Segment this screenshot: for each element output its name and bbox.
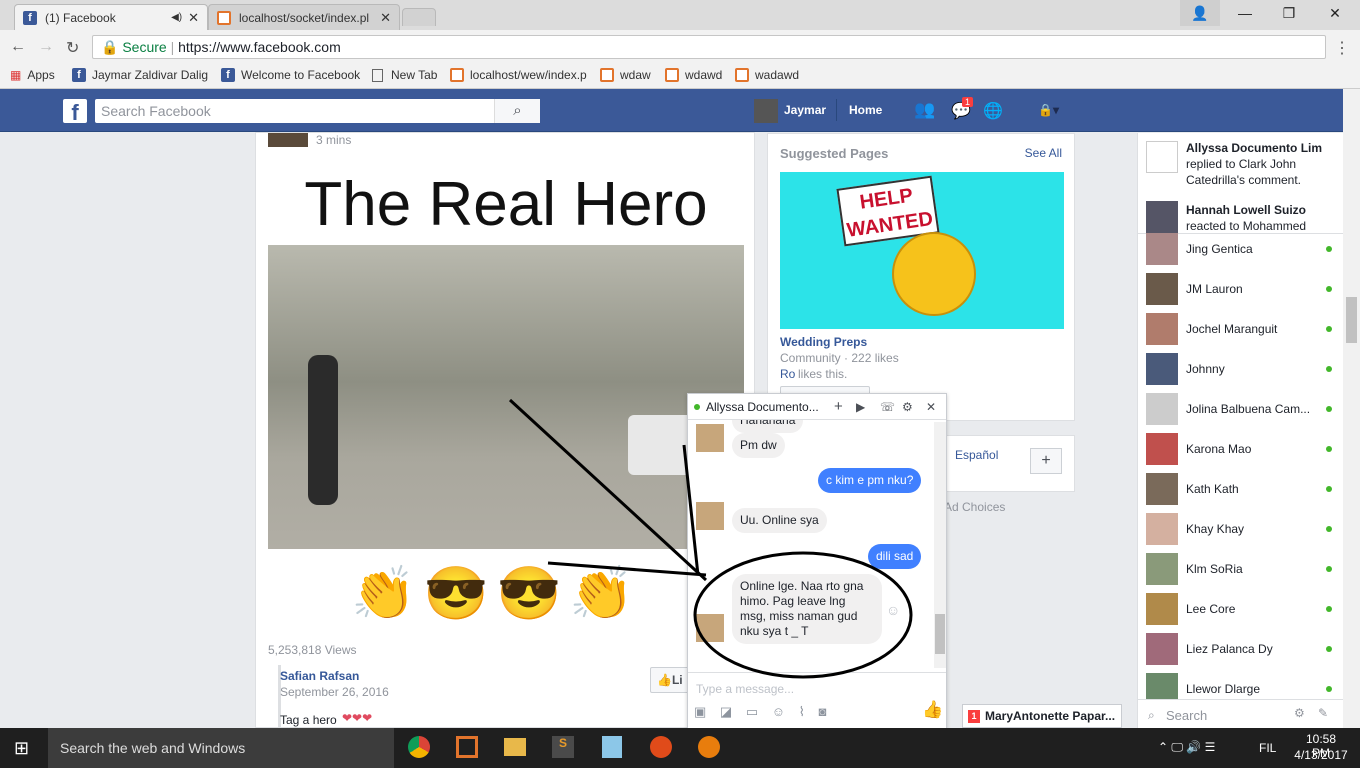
highlight-circle — [693, 551, 913, 679]
sublime-icon[interactable]: S — [552, 736, 574, 758]
taskbar-search[interactable]: Search the web and Windows — [48, 728, 394, 768]
blender-icon[interactable] — [698, 736, 720, 758]
tray-icons[interactable]: ⌃ 🖵 🔊 ☰ — [1158, 740, 1215, 755]
arrow-line — [508, 398, 708, 582]
xampp-icon[interactable] — [456, 736, 478, 758]
app-icon[interactable] — [650, 736, 672, 758]
notes-icon[interactable] — [602, 736, 622, 758]
chrome-icon[interactable] — [408, 736, 430, 758]
arrow-line — [682, 444, 700, 576]
annotation-overlay — [508, 398, 913, 679]
windows-start-icon[interactable]: ⊞ — [14, 738, 29, 759]
clock-date[interactable]: 4/13/2017 — [1292, 748, 1350, 762]
file-explorer-icon[interactable] — [504, 738, 526, 756]
windows-taskbar: ⊞ Search the web and Windows S ⌃ 🖵 🔊 ☰ F… — [0, 728, 1360, 768]
language-indicator[interactable]: FIL — [1259, 741, 1276, 755]
arrow-line — [547, 561, 707, 577]
